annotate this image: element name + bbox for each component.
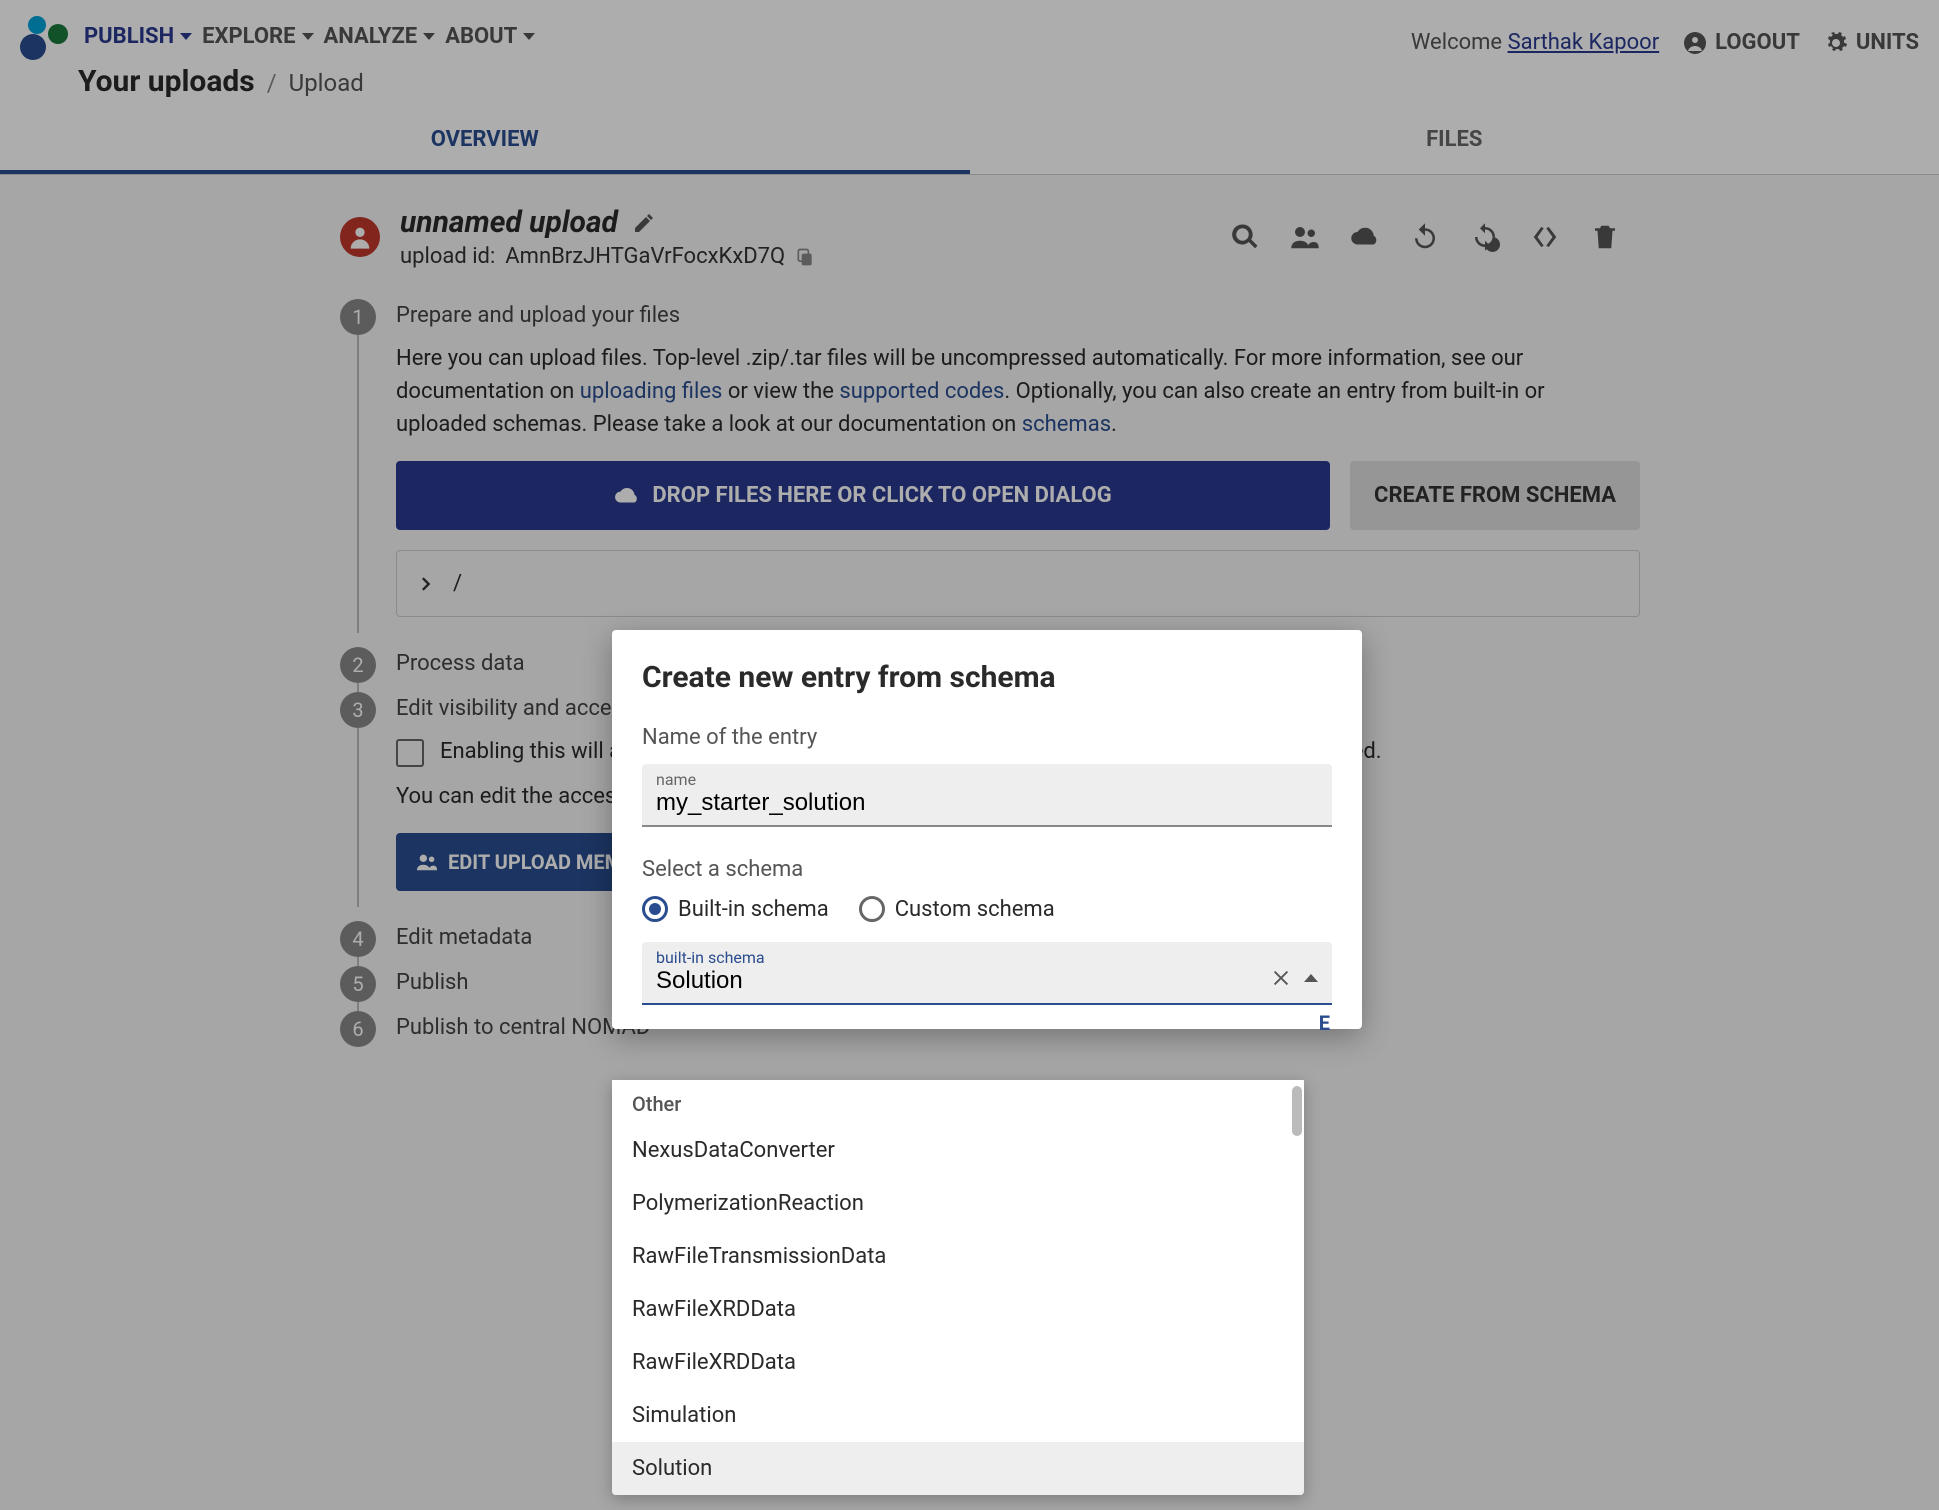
radio-icon [642, 896, 668, 922]
entry-name-input[interactable] [656, 789, 1318, 817]
combo-label: built-in schema [656, 948, 1270, 967]
radio-custom[interactable]: Custom schema [859, 896, 1055, 922]
create-entry-dialog: Create new entry from schema Name of the… [612, 630, 1362, 1029]
dropdown-item[interactable]: RawFileXRDData [612, 1283, 1304, 1336]
radio-icon [859, 896, 885, 922]
dropdown-item[interactable]: RawFileTransmissionData [612, 1230, 1304, 1283]
dropdown-item[interactable]: PolymerizationReaction [612, 1177, 1304, 1230]
schema-combobox[interactable]: built-in schema [642, 942, 1332, 1005]
schema-type-radios: Built-in schema Custom schema [642, 896, 1332, 922]
dialog-action-fragment[interactable]: E [1319, 1011, 1330, 1035]
name-field-wrap[interactable]: name [642, 764, 1332, 827]
dropdown-item[interactable]: RawFileXRDData [612, 1336, 1304, 1389]
scrollbar-thumb[interactable] [1292, 1086, 1302, 1136]
dialog-title: Create new entry from schema [642, 660, 1332, 695]
dropdown-item[interactable]: NexusDataConverter [612, 1124, 1304, 1177]
dropdown-toggle-icon[interactable] [1304, 974, 1318, 982]
schema-dropdown: Other NexusDataConverter PolymerizationR… [612, 1080, 1304, 1495]
radio-builtin[interactable]: Built-in schema [642, 896, 829, 922]
dropdown-item[interactable]: Simulation [612, 1389, 1304, 1442]
clear-icon[interactable] [1270, 967, 1292, 989]
dropdown-group-label: Other [612, 1080, 1304, 1124]
name-field-label: name [656, 770, 1318, 789]
schema-section-label: Select a schema [642, 857, 1332, 882]
dropdown-item[interactable]: Solution [612, 1442, 1304, 1495]
schema-search-input[interactable] [656, 967, 1270, 995]
name-section-label: Name of the entry [642, 725, 1332, 750]
